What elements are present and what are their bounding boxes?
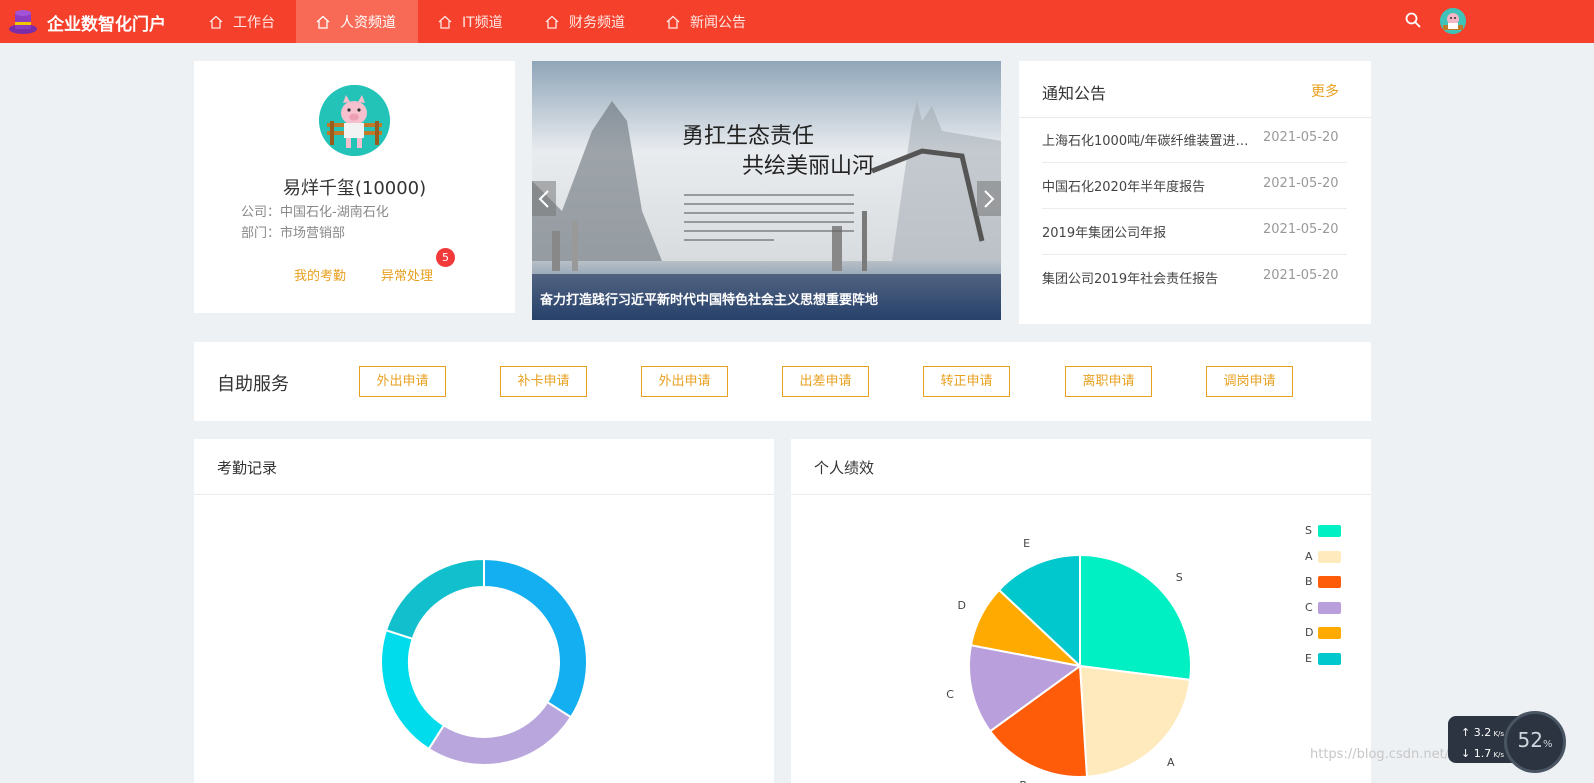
pie-slice-s[interactable] [1079, 553, 1192, 682]
banner-next-button[interactable] [977, 181, 1001, 216]
legend-swatch [1318, 576, 1341, 588]
upload-value: 3.2 [1473, 726, 1492, 739]
notice-item[interactable]: 集团公司2019年社会责任报告 2021-05-20 [1042, 255, 1347, 301]
legend-swatch [1318, 627, 1341, 639]
notice-item-date: 2021-05-20 [1263, 222, 1339, 237]
attendance-title: 考勤记录 [217, 459, 278, 477]
banner-caption[interactable]: 奋力打造践行习近平新时代中国特色社会主义思想重要阵地 [532, 274, 1001, 320]
pie-label-a: A [1167, 755, 1175, 769]
notice-title: 通知公告 [1042, 84, 1107, 103]
legend-swatch [1318, 652, 1341, 665]
banner-headline-2: 共绘美丽山河 [742, 154, 874, 179]
download-value: 1.7 [1473, 747, 1492, 760]
pig-avatar-icon [319, 85, 390, 156]
network-speed-widget: ↑ 3.2 K/s ↓ 1.7 K/s 52% [1448, 711, 1594, 783]
banner-carousel[interactable]: 勇扛生态责任 共绘美丽山河 奋力打造践行习近平新时代中国特色社会主义思想重要阵地 [532, 61, 1001, 320]
logo-icon [9, 10, 37, 34]
nav-item-label: 人资频道 [340, 14, 396, 31]
notice-item-title: 中国石化2020年半年度报告 [1042, 180, 1206, 195]
donut-slice[interactable] [427, 700, 573, 766]
exception-count-badge: 5 [436, 248, 455, 267]
attendance-donut-chart [380, 557, 588, 766]
notice-item[interactable]: 中国石化2020年半年度报告 2021-05-20 [1042, 163, 1347, 209]
profile-department: 部门：市场营销部 [241, 226, 346, 241]
chevron-left-icon [538, 189, 549, 208]
performance-pie-chart [968, 553, 1192, 778]
home-icon [438, 15, 452, 29]
profile-avatar [319, 85, 390, 156]
usage-percent: 52% [1517, 728, 1553, 752]
nav-item-news[interactable]: 新闻公告 [666, 0, 766, 43]
performance-panel: 个人绩效 SABCDE SABCDE [791, 439, 1371, 783]
notice-item-title: 上海石化1000吨/年碳纤维装置进… [1042, 134, 1249, 149]
card-reissue-request-button[interactable]: 补卡申请 [500, 366, 587, 397]
banner-headline-1: 勇扛生态责任 [682, 124, 814, 149]
download-speed: ↓ 1.7 K/s [1461, 747, 1505, 760]
notice-item-title: 集团公司2019年社会责任报告 [1042, 272, 1219, 287]
outing-request-button-2[interactable]: 外出申请 [641, 366, 728, 397]
legend-swatch [1318, 525, 1341, 537]
legend-swatch [1318, 601, 1341, 614]
top-nav-bar: 企业数智化门户 工作台 人资频道 IT频道 财务频道 新闻公告 [0, 0, 1594, 43]
nav-item-label: 财务频道 [569, 14, 625, 31]
nav-item-workbench[interactable]: 工作台 [197, 0, 285, 43]
attendance-panel: 考勤记录 [194, 439, 774, 783]
notice-item[interactable]: 2019年集团公司年报 2021-05-20 [1042, 209, 1347, 255]
regularization-request-button[interactable]: 转正申请 [923, 366, 1010, 397]
transfer-request-button[interactable]: 调岗申请 [1206, 366, 1293, 397]
nav-item-label: IT频道 [462, 14, 503, 31]
user-avatar[interactable] [1440, 8, 1466, 34]
banner-prev-button[interactable] [532, 181, 556, 216]
self-service-panel: 自助服务 外出申请 补卡申请 外出申请 出差申请 转正申请 离职申请 调岗申请 [194, 342, 1371, 421]
performance-title: 个人绩效 [814, 459, 875, 477]
chevron-right-icon [984, 189, 995, 208]
legend-label: S [1305, 524, 1312, 537]
notice-item-title: 2019年集团公司年报 [1042, 226, 1167, 241]
pig-avatar-icon [1440, 8, 1466, 34]
self-service-title: 自助服务 [217, 374, 289, 395]
legend-label: D [1305, 626, 1314, 639]
usage-percent-value: 52 [1517, 728, 1543, 752]
legend-label: B [1305, 575, 1313, 588]
nav-item-finance[interactable]: 财务频道 [545, 0, 645, 43]
notice-item[interactable]: 上海石化1000吨/年碳纤维装置进… 2021-05-20 [1042, 117, 1347, 163]
notice-more-link[interactable]: 更多 [1311, 81, 1339, 101]
home-icon [316, 15, 330, 29]
pie-label-d: D [957, 598, 966, 612]
resignation-request-button[interactable]: 离职申请 [1065, 366, 1152, 397]
notice-item-date: 2021-05-20 [1263, 268, 1339, 283]
profile-name: 易烊千玺(10000) [282, 178, 427, 199]
donut-slice[interactable] [384, 557, 485, 641]
home-icon [666, 15, 680, 29]
nav-item-label: 新闻公告 [690, 14, 746, 31]
profile-card: 易烊千玺(10000) 公司：中国石化-湖南石化 部门：市场营销部 我的考勤 异… [194, 61, 515, 313]
legend-label: A [1305, 549, 1313, 563]
search-icon[interactable] [1404, 11, 1422, 29]
nav-item-it[interactable]: IT频道 [438, 0, 528, 43]
profile-company: 公司：中国石化-湖南石化 [241, 205, 389, 220]
legend-swatch [1318, 550, 1341, 563]
nav-item-hr[interactable]: 人资频道 [296, 0, 418, 43]
donut-slice[interactable] [483, 557, 588, 719]
notice-item-date: 2021-05-20 [1263, 176, 1339, 191]
upload-speed: ↑ 3.2 K/s [1461, 726, 1505, 739]
app-title: 企业数智化门户 [47, 15, 166, 35]
legend-label: E [1305, 651, 1312, 665]
home-icon [545, 15, 559, 29]
legend-label: C [1305, 600, 1313, 614]
notice-panel: 通知公告 更多 上海石化1000吨/年碳纤维装置进… 2021-05-20 中国… [1019, 61, 1371, 324]
pie-label-e: E [1023, 536, 1031, 550]
outing-request-button[interactable]: 外出申请 [359, 366, 446, 397]
pie-label-b: B [1019, 779, 1027, 783]
my-attendance-link[interactable]: 我的考勤 [294, 265, 346, 284]
home-icon [209, 15, 223, 29]
business-trip-request-button[interactable]: 出差申请 [782, 366, 869, 397]
pie-label-c: C [946, 688, 954, 701]
pie-label-s: S [1175, 571, 1183, 585]
exception-handling-link[interactable]: 异常处理 [381, 265, 433, 284]
notice-item-date: 2021-05-20 [1263, 130, 1339, 145]
donut-slice[interactable] [380, 628, 446, 751]
usage-circle: 52% [1504, 711, 1566, 773]
nav-item-label: 工作台 [233, 14, 275, 31]
